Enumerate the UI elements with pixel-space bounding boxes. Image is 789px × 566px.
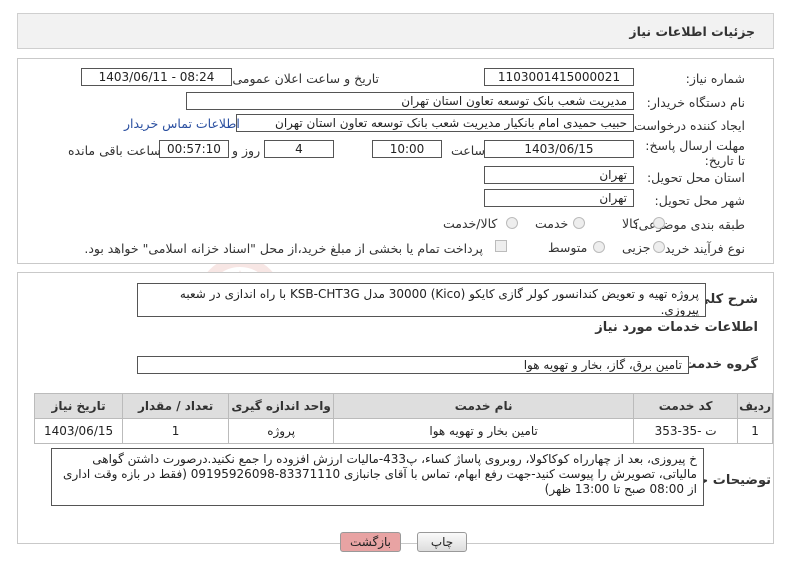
deadline-date-field: 1403/06/15 (484, 140, 634, 158)
province-field: تهران (484, 166, 634, 184)
row-unit: پروژه (228, 418, 335, 444)
process-label: نوع فرآیند خرید : (656, 241, 745, 256)
col-index: ردیف (737, 393, 773, 419)
summary-text: پروژه تهیه و تعویض کندانسور کولر گازی کا… (137, 283, 706, 317)
category-goods-radio[interactable] (653, 217, 665, 229)
deadline-label: مهلت ارسال پاسخ: تا تاریخ: (645, 138, 745, 168)
header-bar: جزئیات اطلاعات نیاز (17, 13, 774, 49)
category-goods-label: کالا (622, 216, 639, 231)
print-button[interactable]: چاپ (417, 532, 467, 552)
service-group-label: گروه خدمت: (678, 357, 758, 372)
service-group-field: تامین برق، گاز، بخار و تهویه هوا (137, 356, 689, 374)
category-label: طبقه بندی موضوعی: (634, 217, 745, 232)
process-medium-label: متوسط (548, 240, 588, 255)
buyer-org-field: مدیریت شعب بانک توسعه تعاون استان تهران (186, 92, 634, 110)
category-service-label: خدمت (535, 216, 569, 231)
buyer-org-label: نام دستگاه خریدار: (646, 95, 745, 110)
services-section-title: اطلاعات خدمات مورد نیاز (595, 320, 758, 335)
col-date: تاریخ نیاز (33, 393, 124, 419)
services-table: ردیف کد خدمت نام خدمت واحد اندازه گیری ت… (33, 393, 773, 444)
creator-label: ایجاد کننده درخواست: (629, 118, 745, 133)
days-field: 4 (264, 140, 334, 158)
category-goods-service-radio[interactable] (506, 217, 518, 229)
deadline-time-field: 10:00 (372, 140, 442, 158)
need-number-label: شماره نیاز: (685, 71, 745, 86)
city-field: تهران (484, 189, 634, 207)
process-minor-radio[interactable] (653, 241, 665, 253)
creator-field: حبیب حمیدی امام بانکیار مدیریت شعب بانک … (236, 114, 634, 132)
row-name: تامین بخار و تهویه هوا (333, 418, 635, 444)
category-service-radio[interactable] (573, 217, 585, 229)
buyer-notes-text: خ پیروزی، بعد از چهارراه کوکاکولا، روبرو… (51, 448, 704, 506)
row-date: 1403/06/15 (33, 418, 124, 444)
row-index: 1 (737, 418, 773, 444)
treasury-payment-checkbox[interactable] (495, 240, 507, 252)
table-row: 1 ت -35-353 تامین بخار و تهویه هوا پروژه… (33, 418, 773, 444)
remaining-time-field: 00:57:10 (159, 140, 229, 158)
days-label: روز و (232, 143, 261, 158)
col-name: نام خدمت (333, 393, 635, 419)
page-title: جزئیات اطلاعات نیاز (629, 24, 755, 39)
province-label: استان محل تحویل: (646, 170, 745, 185)
col-qty: تعداد / مقدار (122, 393, 230, 419)
time-label: ساعت (451, 143, 486, 158)
row-qty: 1 (122, 418, 230, 444)
col-code: کد خدمت (633, 393, 739, 419)
contact-buyer-link[interactable]: اطلاعات تماس خریدار (124, 116, 240, 131)
back-button[interactable]: بازگشت (340, 532, 401, 552)
need-number-field: 1103001415000021 (484, 68, 634, 86)
row-code: ت -35-353 (633, 418, 739, 444)
process-medium-radio[interactable] (593, 241, 605, 253)
category-goods-service-label: کالا/خدمت (443, 216, 498, 231)
remaining-label: ساعت باقی مانده (68, 143, 161, 158)
payment-note: پرداخت تمام یا بخشی از مبلغ خرید،از محل … (84, 241, 483, 256)
announce-field: 1403/06/11 - 08:24 (81, 68, 232, 86)
table-header-row: ردیف کد خدمت نام خدمت واحد اندازه گیری ت… (33, 393, 773, 419)
announce-label: تاریخ و ساعت اعلان عمومی: (228, 71, 379, 86)
city-label: شهر محل تحویل: (654, 193, 745, 208)
col-unit: واحد اندازه گیری (228, 393, 335, 419)
process-minor-label: جزیی (622, 240, 651, 255)
